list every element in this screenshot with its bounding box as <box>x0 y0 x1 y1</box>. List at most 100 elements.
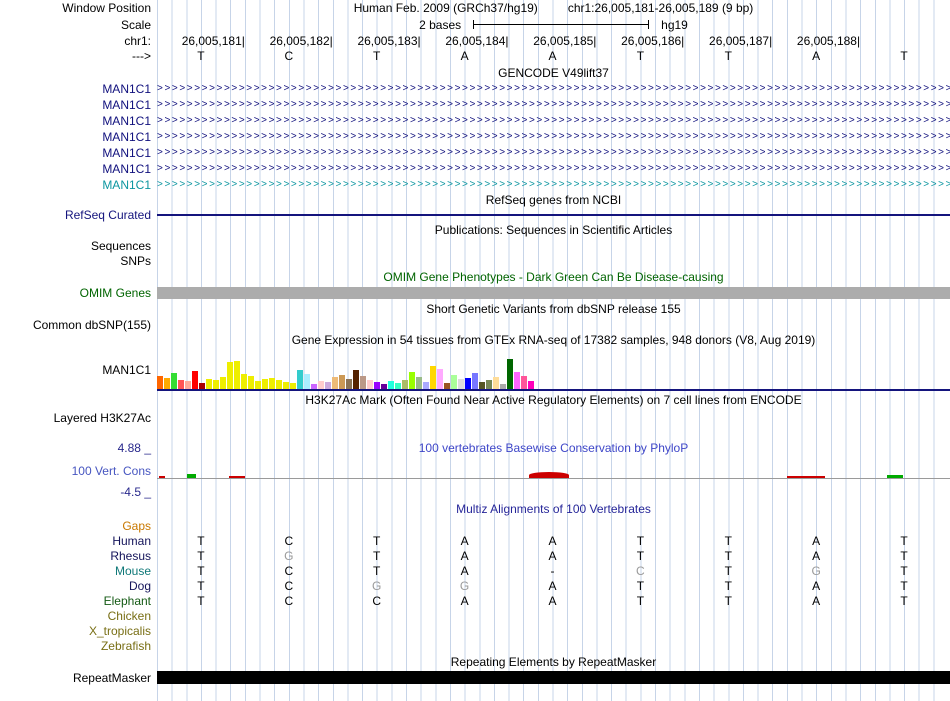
gene-row: MAN1C1 >>>>>>>>>>>>>>>>>>>>>>>>>>>>>>>>>>… <box>0 97 950 113</box>
refseq-track[interactable] <box>157 207 950 222</box>
species-label[interactable]: Rhesus <box>0 549 157 563</box>
gene-label[interactable]: MAN1C1 <box>0 178 157 192</box>
omim-bar[interactable] <box>157 287 950 299</box>
gene-label[interactable]: MAN1C1 <box>0 82 157 96</box>
dbsnp-track-label[interactable]: Common dbSNP(155) <box>0 318 157 332</box>
gtex-bar[interactable] <box>472 373 478 389</box>
gtex-bar[interactable] <box>430 366 436 389</box>
gene-arrows[interactable]: >>>>>>>>>>>>>>>>>>>>>>>>>>>>>>>>>>>>>>>>… <box>157 145 950 161</box>
species-label[interactable]: Human <box>0 534 157 548</box>
gtex-bar[interactable] <box>528 381 534 389</box>
gtex-bar[interactable] <box>451 375 457 389</box>
gtex-bar[interactable] <box>283 382 289 389</box>
gtex-bar[interactable] <box>514 372 520 389</box>
gtex-bar[interactable] <box>486 380 492 389</box>
gtex-bar[interactable] <box>318 381 324 389</box>
gtex-bar[interactable] <box>206 379 212 389</box>
gtex-bar[interactable] <box>423 382 429 389</box>
gtex-bar[interactable] <box>255 381 261 389</box>
gene-label[interactable]: MAN1C1 <box>0 98 157 112</box>
gtex-bar[interactable] <box>241 374 247 389</box>
species-label[interactable]: Mouse <box>0 564 157 578</box>
omim-title[interactable]: OMIM Gene Phenotypes - Dark Green Can Be… <box>383 270 723 284</box>
gtex-bar[interactable] <box>234 361 240 389</box>
species-label[interactable]: Zebrafish <box>0 639 157 653</box>
gtex-bar[interactable] <box>367 380 373 389</box>
gene-label[interactable]: MAN1C1 <box>0 146 157 160</box>
repeatmasker-track-label[interactable]: RepeatMasker <box>0 671 157 685</box>
gtex-track[interactable] <box>157 348 950 391</box>
gene-arrows[interactable]: >>>>>>>>>>>>>>>>>>>>>>>>>>>>>>>>>>>>>>>>… <box>157 129 950 145</box>
gtex-bar[interactable] <box>192 371 198 389</box>
refseq-track-label[interactable]: RefSeq Curated <box>0 208 157 222</box>
refseq-title[interactable]: RefSeq genes from NCBI <box>486 193 621 207</box>
snps-track-label[interactable]: SNPs <box>0 254 157 268</box>
h3k27ac-track-label[interactable]: Layered H3K27Ac <box>0 408 157 425</box>
gene-arrows[interactable]: >>>>>>>>>>>>>>>>>>>>>>>>>>>>>>>>>>>>>>>>… <box>157 81 950 97</box>
repeatmasker-title[interactable]: Repeating Elements by RepeatMasker <box>451 655 656 669</box>
gtex-bar[interactable] <box>164 378 170 389</box>
species-label[interactable]: Chicken <box>0 609 157 623</box>
gtex-track-label[interactable]: MAN1C1 <box>0 363 157 377</box>
gtex-bar[interactable] <box>437 369 443 389</box>
gencode-title[interactable]: GENCODE V49lift37 <box>498 66 609 80</box>
dbsnp-title[interactable]: Short Genetic Variants from dbSNP releas… <box>426 302 680 316</box>
gene-arrows[interactable]: >>>>>>>>>>>>>>>>>>>>>>>>>>>>>>>>>>>>>>>>… <box>157 97 950 113</box>
gtex-bar[interactable] <box>227 362 233 389</box>
gtex-bar[interactable] <box>248 376 254 389</box>
gtex-bar[interactable] <box>521 376 527 389</box>
gtex-bar[interactable] <box>416 377 422 389</box>
alignment-base: T <box>373 533 381 548</box>
gtex-bar[interactable] <box>458 379 464 389</box>
sequences-track-label[interactable]: Sequences <box>0 239 157 253</box>
gtex-bar[interactable] <box>339 375 345 389</box>
species-label[interactable]: Elephant <box>0 594 157 608</box>
gene-label[interactable]: MAN1C1 <box>0 114 157 128</box>
publications-title[interactable]: Publications: Sequences in Scientific Ar… <box>435 223 672 237</box>
gtex-bar[interactable] <box>304 374 310 389</box>
gtex-bar[interactable] <box>185 381 191 389</box>
conservation-track-label[interactable]: 100 Vert. Cons <box>72 464 151 478</box>
gtex-bar[interactable] <box>332 377 338 389</box>
gtex-bar[interactable] <box>269 378 275 389</box>
gtex-bar[interactable] <box>493 377 499 389</box>
species-label[interactable]: Gaps <box>0 519 157 533</box>
repeatmasker-track[interactable] <box>157 670 950 685</box>
gtex-bar[interactable] <box>507 359 513 389</box>
species-label[interactable]: Dog <box>0 579 157 593</box>
multiz-title[interactable]: Multiz Alignments of 100 Vertebrates <box>456 502 651 516</box>
gtex-bar[interactable] <box>213 380 219 389</box>
omim-track[interactable] <box>157 286 950 300</box>
omim-track-label[interactable]: OMIM Genes <box>0 286 157 300</box>
gene-label[interactable]: MAN1C1 <box>0 162 157 176</box>
gene-arrows[interactable]: >>>>>>>>>>>>>>>>>>>>>>>>>>>>>>>>>>>>>>>>… <box>157 177 950 193</box>
gtex-bar[interactable] <box>374 382 380 389</box>
gene-arrows[interactable]: >>>>>>>>>>>>>>>>>>>>>>>>>>>>>>>>>>>>>>>>… <box>157 161 950 177</box>
gtex-title[interactable]: Gene Expression in 54 tissues from GTEx … <box>292 333 816 347</box>
gtex-bar[interactable] <box>360 376 366 389</box>
gtex-bar[interactable] <box>157 376 163 389</box>
gtex-bar[interactable] <box>409 372 415 389</box>
conservation-plot[interactable]: 100 vertebrates Basewise Conservation by… <box>157 440 950 500</box>
gtex-bar[interactable] <box>402 380 408 389</box>
gtex-bar[interactable] <box>325 382 331 389</box>
gene-arrows[interactable]: >>>>>>>>>>>>>>>>>>>>>>>>>>>>>>>>>>>>>>>>… <box>157 113 950 129</box>
species-bases: TGTAATTAT <box>157 548 950 563</box>
gtex-bar[interactable] <box>220 377 226 389</box>
gtex-bar[interactable] <box>388 381 394 389</box>
alignment-base: T <box>724 593 732 608</box>
conservation-title[interactable]: 100 vertebrates Basewise Conservation by… <box>157 441 950 455</box>
gtex-bar[interactable] <box>465 378 471 389</box>
gtex-bar[interactable] <box>276 380 282 389</box>
gtex-bar[interactable] <box>178 380 184 389</box>
gtex-bar[interactable] <box>479 382 485 389</box>
gtex-bar[interactable] <box>346 379 352 389</box>
alignment-base: C <box>284 593 294 608</box>
gtex-bar[interactable] <box>262 379 268 389</box>
gtex-bar[interactable] <box>171 373 177 389</box>
gtex-bar[interactable] <box>353 370 359 389</box>
species-label[interactable]: X_tropicalis <box>0 624 157 638</box>
h3k27ac-title[interactable]: H3K27Ac Mark (Often Found Near Active Re… <box>305 393 801 407</box>
gtex-bar[interactable] <box>297 370 303 389</box>
gene-label[interactable]: MAN1C1 <box>0 130 157 144</box>
